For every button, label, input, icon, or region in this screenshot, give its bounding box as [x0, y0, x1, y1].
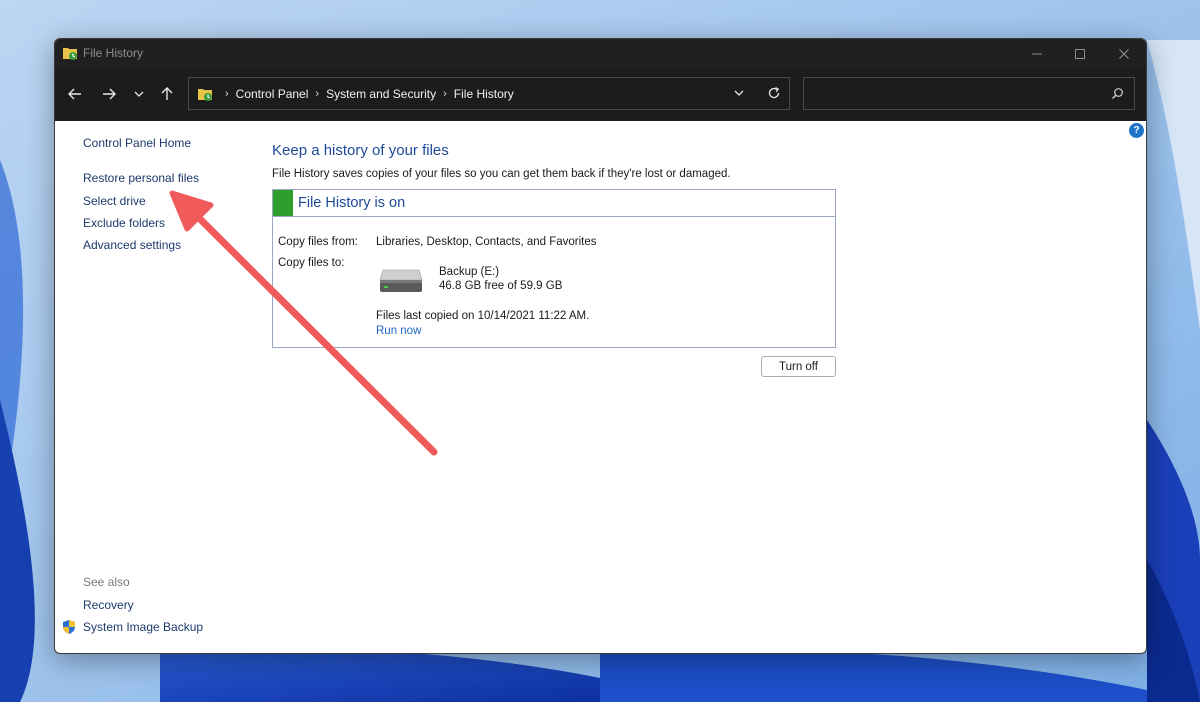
- exclude-folders-link[interactable]: Exclude folders: [83, 216, 165, 230]
- maximize-icon: [1075, 48, 1085, 59]
- copy-from-value: Libraries, Desktop, Contacts, and Favori…: [376, 236, 597, 248]
- file-history-icon: [63, 48, 77, 60]
- breadcrumb-separator-icon: ›: [443, 87, 447, 100]
- system-image-backup-link[interactable]: System Image Backup: [83, 620, 203, 634]
- shield-icon: [63, 620, 75, 634]
- control-panel-home-link[interactable]: Control Panel Home: [83, 136, 191, 150]
- help-icon[interactable]: ?: [1129, 123, 1144, 138]
- up-arrow-icon: [161, 87, 173, 100]
- up-button[interactable]: [155, 82, 179, 106]
- see-also-heading: See also: [83, 575, 130, 589]
- back-arrow-icon: [68, 88, 81, 100]
- address-path-box[interactable]: › Control Panel › System and Security › …: [188, 77, 790, 110]
- maximize-button[interactable]: [1057, 39, 1103, 68]
- minimize-button[interactable]: [1014, 39, 1060, 68]
- breadcrumb-file-history[interactable]: File History: [454, 87, 514, 101]
- status-panel: File History is on Copy files from: Libr…: [272, 189, 836, 348]
- search-box[interactable]: [803, 77, 1135, 110]
- close-icon: [1119, 48, 1129, 59]
- restore-personal-files-link[interactable]: Restore personal files: [83, 171, 199, 185]
- page-title: Keep a history of your files: [272, 142, 449, 159]
- address-toolbar: › Control Panel › System and Security › …: [55, 68, 1146, 121]
- close-button[interactable]: [1101, 39, 1146, 68]
- recent-dropdown-icon: [134, 91, 144, 97]
- run-now-link[interactable]: Run now: [376, 325, 421, 337]
- task-pane: Control Panel Home Restore personal file…: [55, 121, 265, 653]
- drive-name: Backup (E:): [439, 266, 500, 278]
- status-title: File History is on: [298, 195, 406, 211]
- forward-button[interactable]: [97, 82, 121, 106]
- recent-locations-button[interactable]: [127, 82, 151, 106]
- recovery-link[interactable]: Recovery: [83, 598, 134, 612]
- copy-from-label: Copy files from:: [278, 236, 358, 248]
- last-copied-text: Files last copied on 10/14/2021 11:22 AM…: [376, 310, 590, 322]
- status-header: File History is on: [273, 190, 835, 217]
- breadcrumb-system-and-security[interactable]: System and Security: [326, 87, 436, 101]
- breadcrumb-control-panel[interactable]: Control Panel: [236, 87, 309, 101]
- chevron-down-icon[interactable]: [733, 87, 745, 99]
- select-drive-link[interactable]: Select drive: [83, 194, 146, 208]
- minimize-icon: [1032, 53, 1042, 54]
- title-bar: File History: [55, 39, 1146, 68]
- search-input[interactable]: [810, 84, 1100, 104]
- window-title: File History: [83, 46, 144, 60]
- search-icon[interactable]: [1111, 87, 1124, 100]
- drive-space: 46.8 GB free of 59.9 GB: [439, 280, 563, 292]
- hard-drive-icon: [379, 269, 423, 292]
- file-history-window: File History › Control Panel › System an…: [54, 38, 1147, 654]
- back-button[interactable]: [63, 82, 87, 106]
- breadcrumb-separator-icon: ›: [225, 87, 229, 100]
- page-description: File History saves copies of your files …: [272, 168, 731, 180]
- refresh-icon[interactable]: [767, 86, 781, 100]
- copy-to-label: Copy files to:: [278, 257, 345, 269]
- breadcrumb-separator-icon: ›: [315, 87, 320, 100]
- turn-off-button[interactable]: Turn off: [761, 356, 836, 377]
- advanced-settings-link[interactable]: Advanced settings: [83, 238, 181, 252]
- status-accent-bar: [273, 190, 293, 216]
- forward-arrow-icon: [103, 88, 116, 100]
- file-history-icon: [198, 88, 212, 101]
